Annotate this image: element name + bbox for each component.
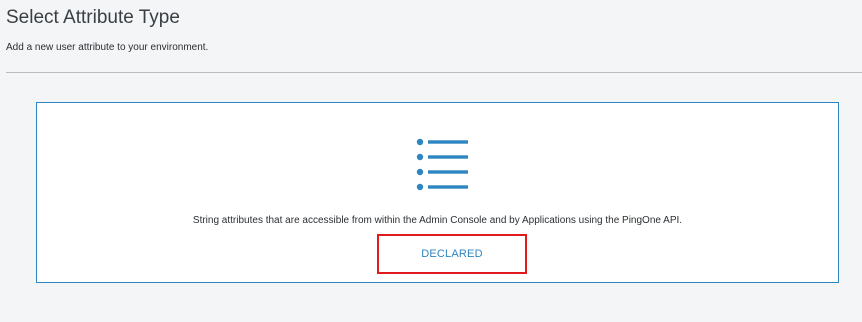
page-title: Select Attribute Type [6, 7, 180, 28]
declared-button[interactable]: DECLARED [377, 234, 527, 274]
list-icon [416, 138, 468, 191]
attribute-description: String attributes that are accessible fr… [192, 215, 683, 226]
declared-attribute-card[interactable]: String attributes that are accessible fr… [36, 102, 839, 283]
declared-button-label: DECLARED [421, 248, 483, 260]
select-attribute-type-page: Select Attribute Type Add a new user att… [0, 0, 862, 322]
header-divider [6, 72, 862, 73]
page-subtitle: Add a new user attribute to your environ… [6, 42, 209, 53]
